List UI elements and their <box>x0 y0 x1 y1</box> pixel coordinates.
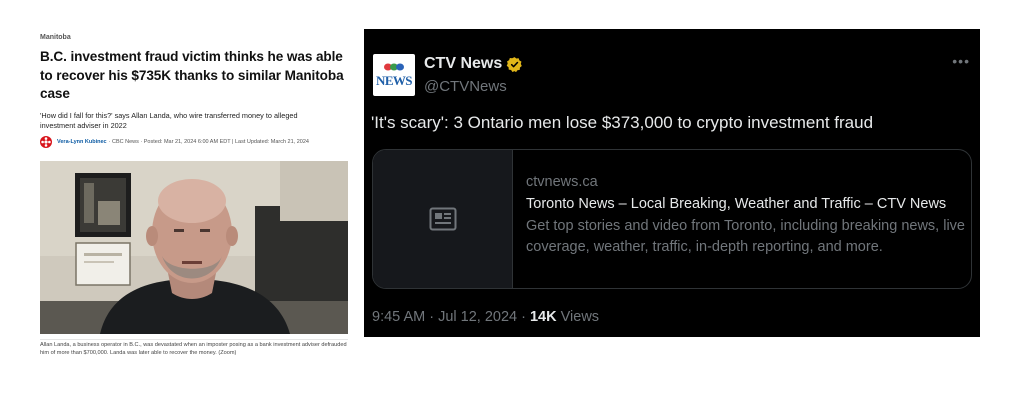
user-handle[interactable]: @CTVNews <box>424 78 507 95</box>
card-domain: ctvnews.ca <box>526 174 598 190</box>
tweet-card: NEWS CTV News @CTVNews ••• 'It's scary':… <box>364 29 980 337</box>
tweet-meta: 9:45 AM · Jul 12, 2024 · 14K Views <box>372 309 599 325</box>
display-name-text: CTV News <box>424 55 503 72</box>
article-photo <box>40 161 348 334</box>
section-label[interactable]: Manitoba <box>40 34 350 41</box>
card-title: Toronto News – Local Breaking, Weather a… <box>526 196 947 212</box>
byline-details: · CBC News · Posted: Mar 21, 2024 6:00 A… <box>108 138 309 145</box>
ctv-news-avatar[interactable]: NEWS <box>373 54 415 96</box>
display-name[interactable]: CTV News <box>424 55 523 73</box>
cbc-article: Manitoba B.C. investment fraud victim th… <box>40 34 350 356</box>
more-options-icon[interactable]: ••• <box>952 53 970 69</box>
link-preview-card[interactable]: ctvnews.ca Toronto News – Local Breaking… <box>372 149 972 289</box>
card-thumbnail <box>373 150 513 288</box>
card-description: Get top stories and video from Toronto, … <box>526 218 966 255</box>
verified-badge-icon <box>506 56 523 72</box>
views-label: Views <box>556 309 600 325</box>
ctv-logo-icon <box>384 63 404 70</box>
tweet-timestamp[interactable]: 9:45 AM · Jul 12, 2024 · <box>372 309 530 325</box>
byline: Vera-Lynn Kubinec · CBC News · Posted: M… <box>40 135 350 148</box>
tweet-text: 'It's scary': 3 Ontario men lose $373,00… <box>371 113 874 132</box>
photo-caption: Allan Landa, a business operator in B.C.… <box>40 339 348 357</box>
cbc-gem-icon <box>40 135 52 148</box>
author-link[interactable]: Vera-Lynn Kubinec <box>57 139 107 145</box>
card-body: ctvnews.ca Toronto News – Local Breaking… <box>526 174 966 258</box>
article-deck: 'How did I fall for this?' says Allan La… <box>40 110 298 130</box>
article-icon <box>429 207 456 231</box>
article-headline: B.C. investment fraud victim thinks he w… <box>40 49 344 101</box>
avatar-label: NEWS <box>376 72 412 88</box>
views-count: 14K <box>529 309 557 325</box>
